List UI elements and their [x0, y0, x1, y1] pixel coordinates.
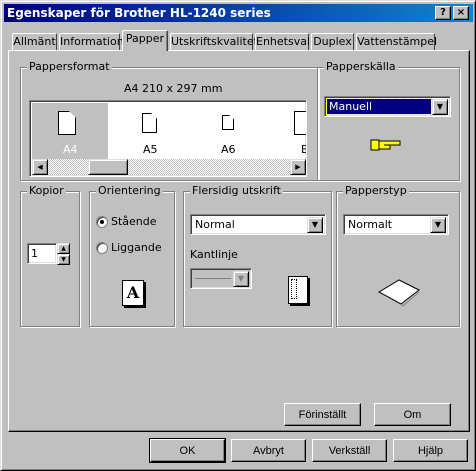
- copies-up-arrow-icon[interactable]: ▲: [57, 243, 70, 254]
- border-select[interactable]: ▼: [190, 268, 252, 289]
- multipage-preview-icon: [288, 276, 308, 304]
- tab-enhetsval[interactable]: Enhetsval: [255, 33, 310, 51]
- window-title: Egenskaper för Brother HL-1240 series: [7, 6, 271, 20]
- paper-list-scrollbar[interactable]: ◀ ▶: [32, 159, 306, 175]
- paper-item-label: A6: [221, 143, 236, 156]
- tab-panel-papper: Pappersformat A4 210 x 297 mm A4 A5 A6 B: [8, 50, 470, 432]
- landscape-label[interactable]: Liggande: [111, 241, 162, 254]
- portrait-radio[interactable]: [96, 216, 108, 228]
- paper-item-label: B: [301, 143, 306, 156]
- papperskalla-label: Papperskälla: [324, 60, 398, 73]
- flersidig-label: Flersidig utskrift: [190, 184, 283, 197]
- orientering-label: Orientering: [96, 184, 163, 197]
- paper-a5-icon: [142, 113, 157, 133]
- tab-vattenstampel[interactable]: Vattenstämpel: [356, 33, 437, 51]
- about-button[interactable]: Om: [374, 403, 451, 426]
- ok-button[interactable]: OK: [149, 438, 226, 463]
- chevron-down-icon[interactable]: ▼: [430, 217, 446, 233]
- tab-information[interactable]: Information: [59, 33, 124, 51]
- default-settings-button[interactable]: Förinställt: [284, 403, 361, 426]
- help-title-button[interactable]: ?: [435, 6, 451, 20]
- paper-size-readout: A4 210 x 297 mm: [124, 82, 223, 95]
- paper-sheet-icon: [377, 279, 420, 307]
- close-title-button[interactable]: ×: [453, 6, 469, 20]
- multipage-value: Normal: [195, 218, 235, 231]
- paper-size-list[interactable]: A4 A5 A6 B ◀ ▶: [29, 100, 307, 177]
- portrait-label[interactable]: Stående: [111, 215, 157, 228]
- paper-source-select[interactable]: Manuell ▼: [324, 96, 451, 117]
- orientering-group: Orientering Stående Liggande A: [89, 184, 175, 327]
- tab-duplex[interactable]: Duplex: [311, 33, 354, 51]
- help-button[interactable]: Hjälp: [393, 439, 468, 462]
- paper-type-select[interactable]: Normalt ▼: [343, 214, 449, 235]
- pappersformat-label: Pappersformat: [27, 60, 112, 73]
- paper-item-a5[interactable]: A5: [112, 103, 188, 161]
- paper-a4-icon: [58, 111, 76, 135]
- papperskalla-group: Papperskälla Manuell ▼: [317, 60, 460, 181]
- chevron-down-icon[interactable]: ▼: [307, 217, 323, 233]
- multipage-select[interactable]: Normal ▼: [190, 214, 326, 235]
- paper-b5-icon: [294, 111, 306, 135]
- landscape-radio[interactable]: [96, 242, 108, 254]
- scroll-thumb[interactable]: [88, 159, 128, 175]
- paper-item-label: A4: [63, 143, 78, 156]
- pappersformat-group: Pappersformat A4 210 x 297 mm A4 A5 A6 B: [20, 60, 319, 181]
- tab-papper[interactable]: Papper: [122, 30, 168, 51]
- paper-source-value: Manuell: [326, 98, 432, 115]
- copies-value: 1: [31, 247, 38, 260]
- kantlinje-label: Kantlinje: [190, 248, 238, 261]
- tab-allmant[interactable]: Allmänt: [12, 33, 57, 51]
- properties-dialog: Egenskaper för Brother HL-1240 series ? …: [0, 0, 476, 471]
- chevron-down-icon[interactable]: ▼: [432, 99, 448, 115]
- scroll-right-arrow-icon[interactable]: ▶: [290, 159, 306, 175]
- manual-feed-hand-icon: [370, 139, 401, 151]
- chevron-down-icon[interactable]: ▼: [233, 271, 249, 287]
- tab-utskriftskvalitet[interactable]: Utskriftskvalitet: [170, 33, 258, 51]
- copies-input[interactable]: 1: [27, 243, 57, 264]
- paper-item-b5[interactable]: B: [268, 103, 306, 161]
- title-bar[interactable]: Egenskaper för Brother HL-1240 series: [4, 4, 473, 22]
- paper-a6-icon: [222, 115, 234, 130]
- paper-item-a4[interactable]: A4: [32, 103, 108, 161]
- scroll-left-arrow-icon[interactable]: ◀: [32, 159, 48, 175]
- paper-item-a6[interactable]: A6: [190, 103, 266, 161]
- border-line-sample: [195, 278, 231, 279]
- kopior-group: Kopior 1 ▲ ▼: [20, 184, 80, 327]
- flersidig-group: Flersidig utskrift Normal ▼ Kantlinje ▼: [183, 184, 332, 327]
- apply-button[interactable]: Verkställ: [312, 439, 387, 462]
- orientation-preview-icon: A: [122, 280, 144, 306]
- copies-down-arrow-icon[interactable]: ▼: [57, 254, 70, 265]
- paper-item-label: A5: [143, 143, 158, 156]
- papperstyp-group: Papperstyp Normalt ▼: [336, 184, 460, 327]
- paper-type-value: Normalt: [348, 218, 393, 231]
- papperstyp-label: Papperstyp: [343, 184, 409, 197]
- kopior-label: Kopior: [27, 184, 66, 197]
- cancel-button[interactable]: Avbryt: [231, 439, 306, 462]
